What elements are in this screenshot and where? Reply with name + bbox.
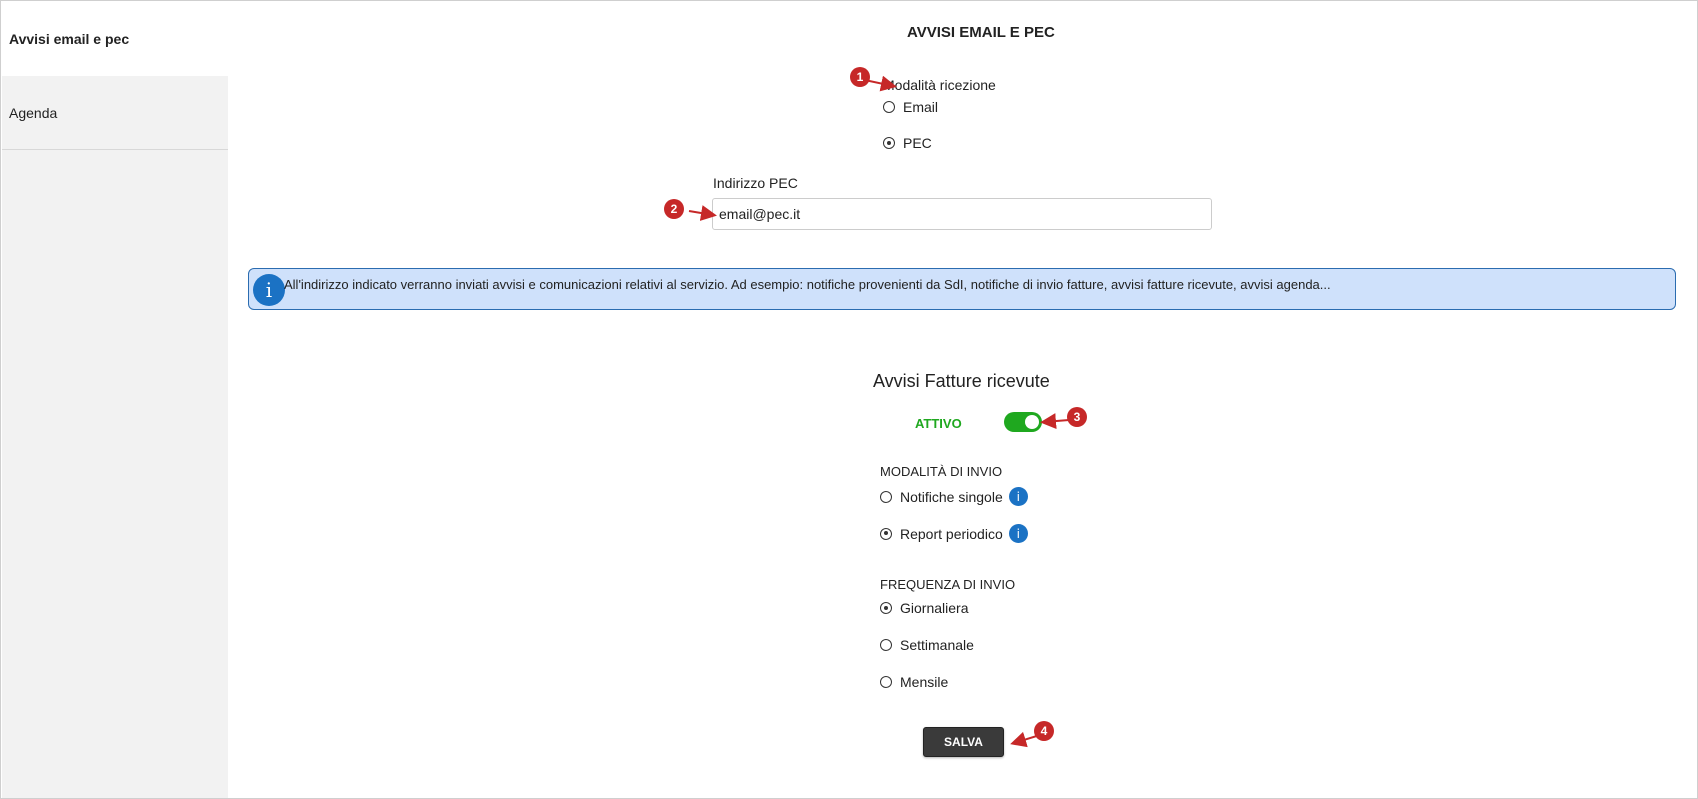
annotation-marker-3: 3 (1067, 407, 1087, 427)
sidebar: Avvisi email e pec Agenda (2, 2, 228, 798)
app-frame: Avvisi email e pec Agenda AVVISI EMAIL E… (0, 0, 1698, 799)
sidebar-item-label: Agenda (9, 104, 58, 121)
annotation-marker-2: 2 (664, 199, 684, 219)
sidebar-item-label: Avvisi email e pec (9, 31, 130, 47)
arrow-2 (688, 205, 717, 221)
sidebar-item-agenda[interactable]: Agenda (2, 76, 228, 150)
sidebar-item-avvisi-email-pec[interactable]: Avvisi email e pec (2, 2, 228, 76)
annotation-marker-1: 1 (850, 67, 870, 87)
arrow-3 (1040, 413, 1070, 430)
annotation-arrows (688, 75, 1070, 748)
main-content: AVVISI EMAIL E PEC Modalità ricezione Em… (228, 1, 1697, 798)
annotation-marker-4: 4 (1034, 721, 1054, 741)
